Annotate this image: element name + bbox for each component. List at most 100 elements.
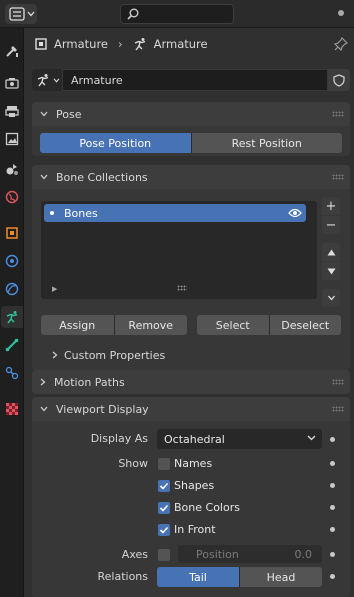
shapes-checkbox[interactable] <box>158 480 170 492</box>
armature-icon <box>134 37 145 50</box>
tab-modifiers[interactable] <box>1 250 23 272</box>
assign-remove-group: Assign Remove <box>41 315 187 335</box>
select-button[interactable]: Select <box>197 315 270 335</box>
armature-datablock-selector: Armature <box>32 69 350 91</box>
bullet-icon <box>50 211 54 215</box>
list-item[interactable]: Bones <box>44 204 306 222</box>
relations-toggle: Tail Head <box>157 567 322 587</box>
keyframe-dot[interactable] <box>330 505 335 510</box>
drag-handle-icon[interactable] <box>332 379 344 385</box>
chevron-right-icon <box>52 351 58 359</box>
breadcrumb-separator-icon: › <box>118 37 123 51</box>
drag-handle-icon[interactable] <box>332 174 344 180</box>
triangle-down-icon <box>327 268 335 274</box>
chevron-down-icon <box>327 295 335 301</box>
relations-head-button[interactable]: Head <box>240 567 322 587</box>
panel-title: Motion Paths <box>54 375 125 389</box>
pin-icon[interactable] <box>334 37 348 51</box>
list-resize-handle-icon[interactable] <box>177 285 187 291</box>
properties-editor-icon <box>9 7 25 21</box>
remove-collection-button[interactable]: − <box>322 216 340 234</box>
relations-tail-button[interactable]: Tail <box>157 567 240 587</box>
custom-properties-subpanel-header[interactable]: Custom Properties <box>52 346 165 364</box>
viewport-display-panel-header[interactable]: Viewport Display <box>32 397 350 421</box>
filter-expand-icon[interactable]: ▶ <box>52 285 57 293</box>
search-icon <box>127 8 139 20</box>
search-input[interactable] <box>120 4 234 24</box>
keyframe-dot[interactable] <box>330 527 335 532</box>
bone-collections-panel-header[interactable]: Bone Collections <box>32 165 350 189</box>
keyframe-dot[interactable] <box>330 461 335 466</box>
editor-type-dropdown[interactable] <box>5 4 37 24</box>
minus-icon: − <box>325 217 337 233</box>
datablock-browse-button[interactable] <box>32 69 62 91</box>
tab-bone-constraints[interactable] <box>1 362 23 384</box>
tab-scene[interactable] <box>1 158 23 180</box>
axes-checkbox[interactable] <box>158 549 170 561</box>
panel-title: Pose <box>56 107 82 121</box>
tab-object[interactable] <box>1 222 23 244</box>
add-collection-button[interactable]: + <box>322 197 340 215</box>
tab-tool[interactable] <box>1 40 23 62</box>
assign-button[interactable]: Assign <box>41 315 115 335</box>
chevron-down-icon <box>40 174 48 180</box>
tab-output[interactable] <box>1 100 23 122</box>
relations-label: Relations <box>97 570 148 583</box>
bone-collections-list[interactable]: Bones ▶ <box>41 201 317 299</box>
tab-physics[interactable] <box>1 278 23 300</box>
remove-button[interactable]: Remove <box>114 315 187 335</box>
texture-icon <box>6 403 18 415</box>
tab-view-layer[interactable] <box>1 128 23 150</box>
deselect-button[interactable]: Deselect <box>269 315 341 335</box>
chevron-right-icon <box>40 378 46 386</box>
panel-title: Viewport Display <box>56 402 149 416</box>
subpanel-title: Custom Properties <box>64 348 166 362</box>
display-as-label: Display As <box>90 432 148 445</box>
bone-icon <box>5 338 19 352</box>
names-checkbox[interactable] <box>158 458 170 470</box>
pose-position-button[interactable]: Pose Position <box>40 133 192 153</box>
drag-handle-icon[interactable] <box>332 406 344 412</box>
bone-colors-checkbox[interactable] <box>158 502 170 514</box>
tab-world[interactable] <box>1 186 23 208</box>
bone-colors-label: Bone Colors <box>174 501 240 514</box>
keyframe-dot[interactable] <box>330 574 335 579</box>
chevron-down-icon <box>27 11 35 17</box>
position-value: 0.0 <box>294 547 313 561</box>
breadcrumb: Armature › Armature <box>24 28 354 60</box>
datablock-name-field[interactable]: Armature <box>62 69 328 91</box>
world-icon <box>5 190 19 204</box>
display-as-dropdown[interactable]: Octahedral <box>157 429 322 449</box>
rest-position-button[interactable]: Rest Position <box>191 133 342 153</box>
armature-data-icon <box>6 310 17 323</box>
eye-icon[interactable] <box>288 208 302 218</box>
tab-render[interactable] <box>1 72 23 94</box>
tab-bone[interactable] <box>1 334 23 356</box>
properties-tab-bar <box>0 28 24 597</box>
tab-texture[interactable] <box>1 398 23 420</box>
chevron-down-icon <box>40 406 48 412</box>
drag-handle-icon[interactable] <box>332 111 344 117</box>
move-down-button[interactable] <box>322 262 340 280</box>
pose-panel-header[interactable]: Pose <box>32 102 350 126</box>
keyframe-dot[interactable] <box>330 552 335 557</box>
fake-user-button[interactable] <box>328 69 350 91</box>
in-front-checkbox[interactable] <box>158 524 170 536</box>
pose-position-toggle: Pose Position Rest Position <box>40 133 342 153</box>
specials-menu-button[interactable] <box>322 289 340 307</box>
checkmark-icon <box>159 526 169 534</box>
panel-title: Bone Collections <box>56 170 148 184</box>
axes-position-field[interactable]: Position 0.0 <box>178 545 322 563</box>
in-front-label: In Front <box>174 523 216 536</box>
keyframe-dot[interactable] <box>330 437 335 442</box>
move-up-button[interactable] <box>322 243 340 261</box>
motion-paths-panel-header[interactable]: Motion Paths <box>32 370 350 394</box>
triangle-up-icon <box>327 249 335 255</box>
display-as-value: Octahedral <box>164 432 225 446</box>
object-data-icon <box>35 38 47 50</box>
scene-icon <box>6 164 18 175</box>
options-dot[interactable] <box>338 10 344 16</box>
keyframe-dot[interactable] <box>330 483 335 488</box>
tab-armature-data[interactable] <box>1 306 23 328</box>
physics-icon <box>5 282 19 296</box>
